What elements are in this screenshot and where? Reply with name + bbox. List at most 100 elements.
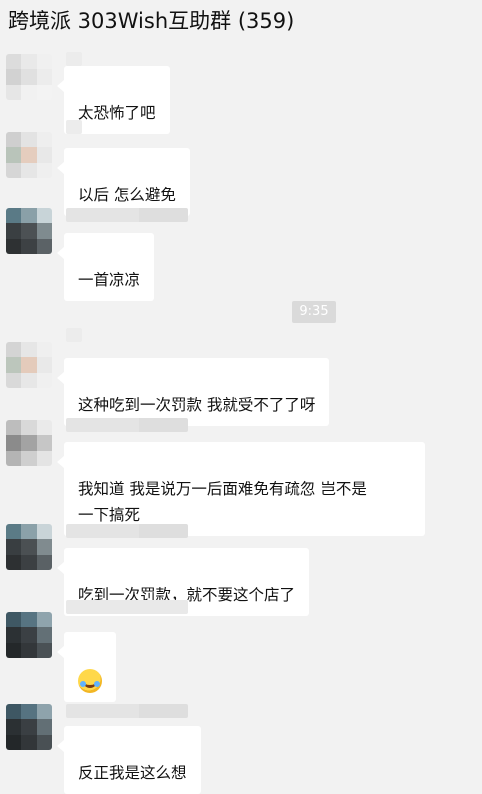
avatar[interactable] (6, 342, 52, 388)
message-item: 我知道 我是说万一后面难免有疏忽 岂不是 一下搞死 (0, 410, 482, 536)
avatar[interactable] (6, 208, 52, 254)
message-bubble[interactable]: 反正我是这么想 (57, 726, 201, 794)
avatar-mosaic-cell (21, 372, 37, 388)
avatar-mosaic-cell (21, 357, 37, 373)
avatar-mosaic-cell (21, 612, 37, 628)
avatar-mosaic-cell (6, 132, 22, 148)
avatar-mosaic-cell (6, 524, 22, 540)
avatar-mosaic-cell (6, 420, 22, 436)
chat-header: 跨境派 303Wish互助群 (359) (0, 0, 482, 40)
message-item: 一首凉凉 (0, 200, 482, 301)
avatar-mosaic-cell (21, 642, 37, 658)
avatar-mosaic-cell (21, 539, 37, 555)
avatar-mosaic-cell (36, 132, 52, 148)
avatar-mosaic-cell (36, 420, 52, 436)
avatar-mosaic-cell (36, 450, 52, 466)
sender-name-blurred (66, 328, 82, 342)
avatar-mosaic-cell (36, 612, 52, 628)
message-bubble[interactable]: 一首凉凉 (56, 233, 155, 301)
sender-name-blurred (66, 52, 82, 66)
avatar-mosaic-cell (36, 342, 52, 358)
sender-name-blurred (66, 120, 82, 134)
avatar-mosaic-cell (36, 642, 52, 658)
message-item: 以后 怎么避免 (0, 120, 482, 216)
avatar-mosaic-cell (36, 147, 52, 163)
avatar-mosaic-cell (6, 627, 22, 643)
avatar-mosaic-cell (21, 208, 37, 224)
avatar-mosaic-cell (21, 734, 37, 750)
avatar-mosaic-cell (6, 435, 22, 451)
avatar-mosaic-cell (21, 342, 37, 358)
avatar-mosaic-cell (21, 84, 37, 100)
chat-title: 跨境派 303Wish互助群 (359) (8, 9, 295, 33)
avatar[interactable] (6, 132, 52, 178)
message-item: 太恐怖了吧 (0, 40, 482, 134)
avatar[interactable] (6, 420, 52, 466)
avatar-mosaic-cell (6, 357, 22, 373)
avatar-mosaic-cell (6, 342, 22, 358)
avatar-mosaic-cell (6, 69, 22, 85)
sender-name-blurred (66, 524, 188, 538)
avatar-mosaic-cell (36, 223, 52, 239)
avatar-mosaic-cell (36, 238, 52, 254)
avatar-mosaic-cell (21, 223, 37, 239)
avatar-mosaic-cell (21, 420, 37, 436)
avatar-mosaic-cell (36, 734, 52, 750)
avatar[interactable] (6, 704, 52, 750)
avatar-mosaic-cell (6, 84, 22, 100)
avatar-mosaic-cell (6, 642, 22, 658)
avatar[interactable] (6, 612, 52, 658)
avatar-mosaic-cell (36, 524, 52, 540)
message-item: 这种吃到一次罚款 我就受不了了呀 (0, 328, 482, 426)
avatar-mosaic-cell (21, 435, 37, 451)
avatar-mosaic-cell (21, 132, 37, 148)
message-item: 反正我是这么想 (0, 692, 482, 794)
avatar-mosaic-cell (6, 554, 22, 570)
avatar-mosaic-cell (21, 450, 37, 466)
avatar-mosaic-cell (36, 208, 52, 224)
avatar-mosaic-cell (36, 719, 52, 735)
avatar-mosaic-cell (6, 734, 22, 750)
avatar-mosaic-cell (21, 627, 37, 643)
avatar-mosaic-cell (36, 372, 52, 388)
avatar-mosaic-cell (36, 627, 52, 643)
avatar-mosaic-cell (21, 719, 37, 735)
avatar-mosaic-cell (36, 554, 52, 570)
avatar-mosaic-cell (6, 450, 22, 466)
avatar-mosaic-cell (21, 554, 37, 570)
avatar-mosaic-cell (36, 54, 52, 70)
sender-name-blurred (66, 600, 188, 614)
avatar-mosaic-cell (6, 372, 22, 388)
avatar[interactable] (6, 54, 52, 100)
avatar-mosaic-cell (6, 208, 22, 224)
avatar-mosaic-cell (36, 357, 52, 373)
message-item (0, 598, 482, 702)
avatar-mosaic-cell (21, 69, 37, 85)
time-divider: 9:35 (292, 301, 336, 323)
avatar-mosaic-cell (21, 704, 37, 720)
avatar-mosaic-cell (21, 238, 37, 254)
avatar-mosaic-cell (6, 223, 22, 239)
avatar-mosaic-cell (6, 719, 22, 735)
avatar-mosaic-cell (6, 612, 22, 628)
avatar-mosaic-cell (36, 84, 52, 100)
avatar-mosaic-cell (6, 704, 22, 720)
message-text: 反正我是这么想 (78, 764, 187, 782)
avatar-mosaic-cell (6, 162, 22, 178)
message-item: 吃到一次罚款，就不要这个店了 (0, 516, 482, 616)
avatar-mosaic-cell (6, 147, 22, 163)
avatar-mosaic-cell (21, 54, 37, 70)
avatar-mosaic-cell (36, 704, 52, 720)
avatar-mosaic-cell (6, 238, 22, 254)
avatar-mosaic-cell (6, 54, 22, 70)
laughing-crying-emoji-icon (78, 668, 102, 693)
avatar-mosaic-cell (21, 524, 37, 540)
avatar[interactable] (6, 524, 52, 570)
avatar-mosaic-cell (36, 162, 52, 178)
sender-name-blurred (66, 208, 188, 222)
message-text: 一首凉凉 (78, 271, 141, 289)
avatar-mosaic-cell (36, 435, 52, 451)
avatar-mosaic-cell (21, 147, 37, 163)
avatar-mosaic-cell (36, 539, 52, 555)
sender-name-blurred (66, 704, 188, 718)
